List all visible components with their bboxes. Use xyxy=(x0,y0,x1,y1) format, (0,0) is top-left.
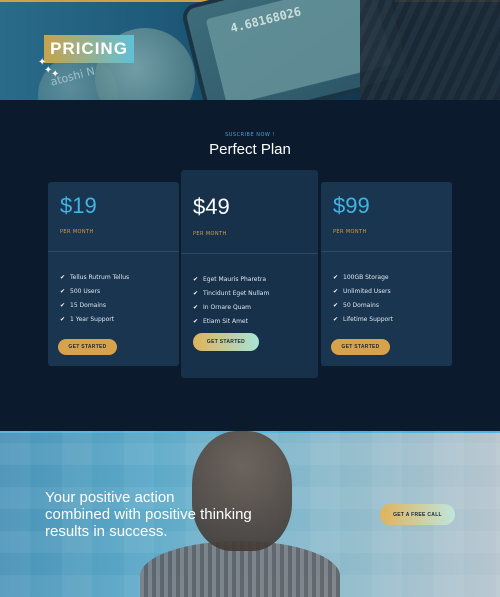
section-title: Perfect Plan xyxy=(209,141,291,158)
tagline: Your positive action combined with posit… xyxy=(45,489,325,540)
get-started-button[interactable]: GET STARTED xyxy=(58,339,117,355)
tagline-line: Your positive action xyxy=(45,489,175,506)
feature-item: ✔ Eget Mauris Pharetra xyxy=(193,275,266,283)
section-eyebrow: SUSCRIBE NOW ! xyxy=(225,132,275,138)
check-icon: ✔ xyxy=(60,301,66,309)
cta-banner: Your positive action combined with posit… xyxy=(0,431,500,597)
pricing-card-featured: $49 PER MONTH ✔ Eget Mauris Pharetra ✔ Tin… xyxy=(181,170,318,378)
feature-item: ✔ Tellus Rutrum Tellus xyxy=(60,273,130,281)
check-icon: ✔ xyxy=(333,273,339,281)
tagline-line: combined with positive thinking xyxy=(45,506,252,523)
divider xyxy=(181,253,318,254)
feature-item: ✔ 500 Users xyxy=(60,287,101,295)
feature-list: ✔ 100GB Storage ✔ Unlimited Users ✔ 50 Doma… xyxy=(333,270,393,326)
free-call-button[interactable]: GET A FREE CALL xyxy=(380,504,455,525)
check-icon: ✔ xyxy=(333,301,339,309)
tagline-line: results in success. xyxy=(45,523,168,540)
feature-item: ✔ Unlimited Users xyxy=(333,287,391,295)
feature-item: ✔ 15 Domains xyxy=(60,301,106,309)
wood-texture xyxy=(360,0,500,100)
get-started-button[interactable]: GET STARTED xyxy=(331,339,390,355)
plan-period: PER MONTH xyxy=(60,229,94,235)
divider xyxy=(48,251,179,252)
check-icon: ✔ xyxy=(193,289,199,297)
feature-list: ✔ Eget Mauris Pharetra ✔ Tincidunt Eget Nu… xyxy=(193,272,269,328)
plan-period: PER MONTH xyxy=(333,229,367,235)
pricing-card-basic: $19 PER MONTH ✔ Tellus Rutrum Tellus ✔ 500… xyxy=(48,182,179,366)
feature-item: ✔ 100GB Storage xyxy=(333,273,389,281)
check-icon: ✔ xyxy=(193,303,199,311)
plan-period: PER MONTH xyxy=(193,231,227,237)
divider xyxy=(321,251,452,252)
check-icon: ✔ xyxy=(60,273,66,281)
feature-item: ✔ Lifetime Support xyxy=(333,315,393,323)
feature-item: ✔ 1 Year Support xyxy=(60,315,115,323)
plan-price: $49 xyxy=(193,194,230,219)
sparkle-icon: ✦ xyxy=(51,69,60,80)
feature-item: ✔ In Ornare Quam xyxy=(193,303,252,311)
feature-list: ✔ Tellus Rutrum Tellus ✔ 500 Users ✔ 15 Dom… xyxy=(60,270,129,326)
hero-banner: atoshi N 4.68168026 PRICING ✦ ✦ ✦ xyxy=(0,0,500,100)
feature-item: ✔ 50 Domains xyxy=(333,301,379,309)
check-icon: ✔ xyxy=(60,315,66,323)
feature-item: ✔ Tincidunt Eget Nullam xyxy=(193,289,270,297)
check-icon: ✔ xyxy=(193,275,199,283)
pricing-section: SUSCRIBE NOW ! Perfect Plan $19 PER MONT… xyxy=(0,100,500,431)
check-icon: ✔ xyxy=(333,287,339,295)
plan-price: $19 xyxy=(60,193,97,218)
page-title-badge: PRICING xyxy=(44,35,134,63)
check-icon: ✔ xyxy=(333,315,339,323)
check-icon: ✔ xyxy=(193,317,199,325)
plan-price: $99 xyxy=(333,193,370,218)
get-started-button[interactable]: GET STARTED xyxy=(193,333,259,351)
feature-item: ✔ Etiam Sit Amet xyxy=(193,317,248,325)
check-icon: ✔ xyxy=(60,287,66,295)
pricing-card-premium: $99 PER MONTH ✔ 100GB Storage ✔ Unlimited … xyxy=(321,182,452,366)
